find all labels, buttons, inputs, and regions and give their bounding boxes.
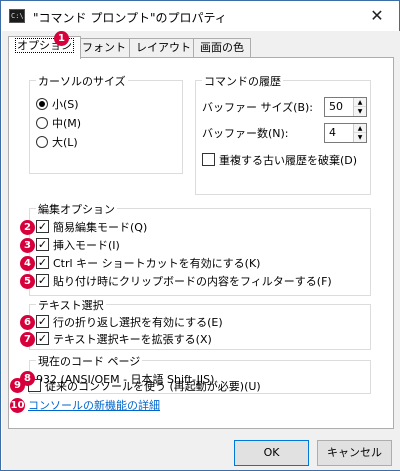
callout-badge-6: 6 [20,315,35,330]
buffer-size-label: バッファー サイズ(B): [202,101,314,114]
text-selection-group: テキスト選択 行の折り返し選択を有効にする(E) テキスト選択キーを拡張する(X… [29,297,371,350]
ctrl-shortcuts-checkbox[interactable] [36,256,49,269]
tab-font-label: フォント [82,41,126,54]
dialog-client-area: オプション フォント レイアウト 画面の色 1 カーソルのサイズ 小(S) 中(… [2,31,400,470]
callout-badge-2: 2 [20,220,35,235]
cursor-large-label: 大(L) [52,136,78,149]
insert-mode-checkbox[interactable] [36,238,49,251]
title-bar[interactable]: C:\ "コマンド プロンプト"のプロパティ ✕ [1,1,399,31]
command-history-group: コマンドの履歴 バッファー サイズ(B): 50 ▲ ▼ バッファー数(N): … [195,73,371,195]
discard-duplicates-label: 重複する古い履歴を破棄(D) [219,154,358,167]
callout-badge-3: 3 [20,238,35,253]
buffer-size-spin-buttons: ▲ ▼ [353,98,366,116]
line-wrap-selection-label: 行の折り返し選択を有効にする(E) [53,316,223,329]
options-panel: カーソルのサイズ 小(S) 中(M) 大(L) コマンドの履歴 バッファー サイ… [8,57,394,429]
legacy-console-label: 従来のコンソールを使う (再起動が必要)(U) [45,380,261,393]
discard-duplicates-checkbox[interactable] [202,153,215,166]
edit-options-title: 編集オプション [36,201,117,217]
quick-edit-option[interactable]: 簡易編集モード(Q) [36,220,147,236]
ctrl-shortcuts-label: Ctrl キー ショートカットを有効にする(K) [53,257,261,270]
extended-selection-keys-label: テキスト選択キーを拡張する(X) [53,333,212,346]
extended-selection-keys-option[interactable]: テキスト選択キーを拡張する(X) [36,332,212,348]
ctrl-shortcuts-option[interactable]: Ctrl キー ショートカットを有効にする(K) [36,256,260,272]
line-wrap-selection-checkbox[interactable] [36,315,49,328]
tab-colors-label: 画面の色 [200,41,244,54]
text-selection-title: テキスト選択 [36,297,106,313]
line-wrap-selection-option[interactable]: 行の折り返し選択を有効にする(E) [36,315,223,331]
spin-down-icon[interactable]: ▼ [354,133,366,142]
properties-window: C:\ "コマンド プロンプト"のプロパティ ✕ オプション フォント レイアウ… [0,0,400,471]
command-history-title: コマンドの履歴 [202,73,283,89]
spin-up-icon[interactable]: ▲ [354,124,366,133]
filter-clipboard-checkbox[interactable] [36,274,49,287]
filter-clipboard-option[interactable]: 貼り付け時にクリップボードの内容をフィルターする(F) [36,274,332,290]
cursor-large-option[interactable]: 大(L) [36,136,78,152]
extended-selection-keys-checkbox[interactable] [36,332,49,345]
cursor-size-group: カーソルのサイズ 小(S) 中(M) 大(L) [29,73,183,174]
tab-font[interactable]: フォント [75,38,133,58]
tab-layout[interactable]: レイアウト [129,38,198,58]
new-features-link-text[interactable]: コンソールの新機能の詳細 [28,399,160,412]
buffer-count-label: バッファー数(N): [202,127,289,140]
filter-clipboard-label: 貼り付け時にクリップボードの内容をフィルターする(F) [53,275,332,288]
quick-edit-checkbox[interactable] [36,220,49,233]
spin-down-icon[interactable]: ▼ [354,107,366,116]
cancel-button[interactable]: キャンセル [317,440,392,466]
insert-mode-option[interactable]: 挿入モード(I) [36,238,120,254]
quick-edit-label: 簡易編集モード(Q) [53,221,148,234]
tab-layout-label: レイアウト [136,41,191,54]
buffer-count-spin-buttons: ▲ ▼ [353,124,366,142]
codepage-title: 現在のコード ページ [36,353,143,369]
window-title: "コマンド プロンプト"のプロパティ [33,11,227,25]
radio-large[interactable] [36,136,48,148]
callout-badge-5: 5 [20,274,35,289]
buffer-count-spinner[interactable]: 4 ▲ ▼ [324,123,367,143]
tab-options[interactable]: オプション [8,36,81,59]
buffer-size-spinner[interactable]: 50 ▲ ▼ [324,97,367,117]
legacy-console-option[interactable]: 従来のコンソールを使う (再起動が必要)(U) [28,379,261,395]
close-button[interactable]: ✕ [359,3,395,29]
new-features-link[interactable]: コンソールの新機能の詳細 [28,399,160,415]
callout-badge-4: 4 [20,256,35,271]
console-app-icon: C:\ [9,9,25,23]
callout-badge-9: 9 [10,378,25,393]
discard-duplicates-option[interactable]: 重複する古い履歴を破棄(D) [202,153,357,169]
cursor-small-option[interactable]: 小(S) [36,98,79,114]
callout-badge-10: 10 [10,398,25,413]
radio-small[interactable] [36,98,48,110]
cursor-medium-option[interactable]: 中(M) [36,117,81,133]
tab-colors[interactable]: 画面の色 [193,38,251,58]
callout-badge-7: 7 [20,332,35,347]
cursor-medium-label: 中(M) [52,117,82,130]
radio-medium[interactable] [36,117,48,129]
buffer-count-value[interactable]: 4 [329,126,336,139]
spin-up-icon[interactable]: ▲ [354,98,366,107]
buffer-size-value[interactable]: 50 [329,100,343,113]
insert-mode-label: 挿入モード(I) [53,239,120,252]
cursor-small-label: 小(S) [52,98,79,111]
ok-button[interactable]: OK [234,440,309,466]
edit-options-group: 編集オプション 簡易編集モード(Q) 挿入モード(I) Ctrl キー ショート… [29,201,371,296]
callout-badge-1: 1 [54,31,69,46]
cursor-size-title: カーソルのサイズ [36,73,128,89]
